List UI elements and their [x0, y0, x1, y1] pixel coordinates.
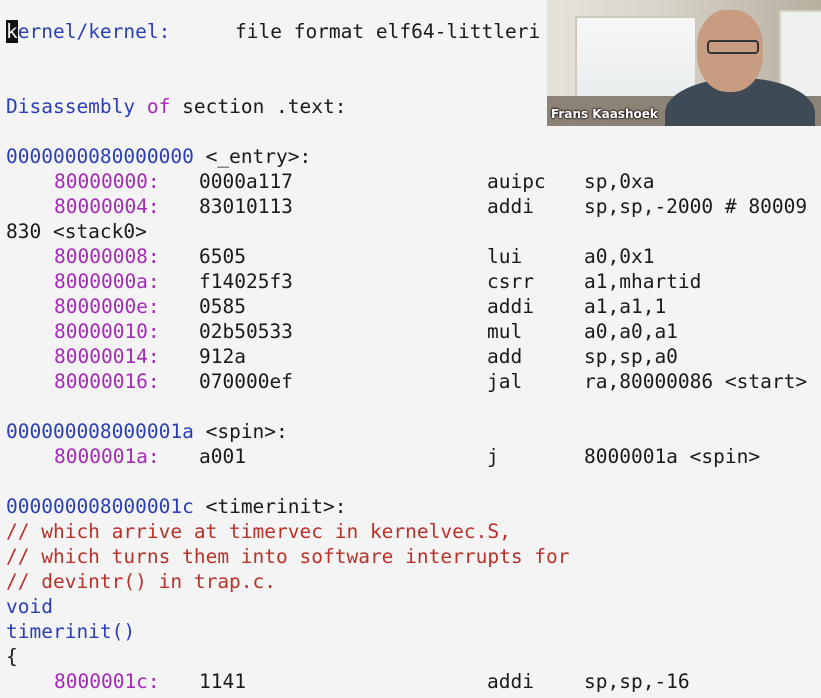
instruction-line: 8000001a: a001 j 8000001a <spin>	[0, 444, 760, 469]
instruction-line: 8000000e: 0585 addi a1,a1,1	[0, 294, 666, 319]
instruction-operands: a1,mhartid	[584, 270, 702, 293]
instruction-opcode: addi	[487, 195, 534, 218]
participant-video-tile[interactable]: Frans Kaashoek	[547, 0, 821, 126]
instruction-address: 8000001a:	[54, 445, 160, 468]
instruction-hex: 02b50533	[199, 320, 293, 343]
instruction-hex: 6505	[199, 245, 246, 268]
instruction-operands: ra,80000086 <start>	[584, 370, 808, 393]
instruction-operands: 8000001a <spin>	[584, 445, 761, 468]
instruction-address: 80000000:	[54, 170, 160, 193]
text-cursor[interactable]: k	[6, 20, 18, 43]
instruction-line: 80000000: 0000a117 auipc sp,0xa	[0, 169, 654, 194]
instruction-operands: sp,sp,a0	[584, 345, 678, 368]
entry-symbol-line: 0000000080000000 <_entry>:	[0, 144, 311, 169]
instruction-line: 80000008: 6505 lui a0,0x1	[0, 244, 654, 269]
file-format-text: file format elf64-littleri	[235, 20, 541, 43]
instruction-opcode: jal	[487, 370, 523, 393]
instruction-line: 80000016: 070000ef jal ra,80000086 <star…	[0, 369, 807, 394]
instruction-line: 80000014: 912a add sp,sp,a0	[0, 344, 678, 369]
instruction-opcode: mul	[487, 320, 523, 343]
instruction-operands: a0,0x1	[584, 245, 655, 268]
instruction-opcode: csrr	[487, 270, 534, 293]
instruction-operands: a1,a1,1	[584, 295, 667, 318]
source-comment: // devintr() in trap.c.	[6, 570, 277, 593]
disassembly-word: Disassembly	[6, 95, 136, 118]
source-comment-line: // which turns them into software interr…	[0, 544, 570, 569]
instruction-operands: sp,sp,-16	[584, 670, 690, 693]
timerinit-symbol-address: 000000008000001c	[6, 495, 194, 518]
instruction-opcode: addi	[487, 670, 534, 693]
instruction-line: 8000001c: 1141 addi sp,sp,-16	[0, 669, 690, 694]
instruction-hex: f14025f3	[199, 270, 293, 293]
instruction-opcode: add	[487, 345, 523, 368]
spin-symbol-address: 000000008000001a	[6, 420, 194, 443]
instruction-address: 8000001c:	[54, 670, 160, 693]
wrapped-text: 830 <stack0>	[6, 220, 147, 243]
participant-name-label: Frans Kaashoek	[551, 107, 658, 121]
source-code-line: timerinit()	[0, 619, 135, 644]
instruction-address: 80000004:	[54, 195, 160, 218]
source-code: timerinit()	[6, 620, 136, 643]
source-comment-line: // devintr() in trap.c.	[0, 569, 276, 594]
instruction-line: 8000000a: f14025f3 csrr a1,mhartid	[0, 269, 701, 294]
instruction-hex: 0000a117	[199, 170, 293, 193]
wrapped-line: 830 <stack0>	[0, 219, 147, 244]
instruction-hex: a001	[199, 445, 246, 468]
of-word: of	[146, 95, 171, 118]
instruction-hex: 912a	[199, 345, 246, 368]
entry-symbol-name: <_entry>:	[205, 145, 312, 168]
instruction-address: 8000000e:	[54, 295, 160, 318]
source-comment: // which turns them into software interr…	[6, 545, 570, 568]
file-header-line: kernel/kernel: file format elf64-littler…	[0, 19, 540, 44]
section-header-line: Disassembly of section .text:	[0, 94, 347, 119]
instruction-operands: sp,0xa	[584, 170, 655, 193]
participant-glasses-shape	[707, 40, 759, 54]
instruction-address: 80000010:	[54, 320, 160, 343]
instruction-address: 80000008:	[54, 245, 160, 268]
instruction-hex: 070000ef	[199, 370, 293, 393]
source-code: void	[6, 595, 53, 618]
instruction-opcode: j	[487, 445, 499, 468]
instruction-opcode: addi	[487, 295, 534, 318]
source-code: {	[6, 645, 18, 668]
file-path: ernel/kernel:	[17, 20, 171, 43]
instruction-operands: a0,a0,a1	[584, 320, 678, 343]
instruction-opcode: auipc	[487, 170, 546, 193]
instruction-hex: 1141	[199, 670, 246, 693]
instruction-address: 8000000a:	[54, 270, 160, 293]
spin-symbol-name: <spin>:	[205, 420, 288, 443]
source-code-line: void	[0, 594, 53, 619]
entry-symbol-address: 0000000080000000	[6, 145, 194, 168]
instruction-opcode: lui	[487, 245, 523, 268]
source-code-line: {	[0, 644, 23, 669]
video-window-shape	[575, 16, 697, 104]
source-comment: // which arrive at timervec in kernelvec…	[6, 520, 511, 543]
instruction-line: 80000010: 02b50533 mul a0,a0,a1	[0, 319, 678, 344]
instruction-operands: sp,sp,-2000 # 80009	[584, 195, 808, 218]
source-comment-line: // which arrive at timervec in kernelvec…	[0, 519, 511, 544]
timerinit-symbol-line: 000000008000001c <timerinit>:	[0, 494, 346, 519]
instruction-hex: 0585	[199, 295, 246, 318]
section-name: section .text:	[182, 95, 347, 118]
spin-symbol-line: 000000008000001a <spin>:	[0, 419, 288, 444]
instruction-address: 80000014:	[54, 345, 160, 368]
instruction-line: 80000004: 83010113 addi sp,sp,-2000 # 80…	[0, 194, 807, 219]
timerinit-symbol-name: <timerinit>:	[205, 495, 347, 518]
instruction-address: 80000016:	[54, 370, 160, 393]
instruction-hex: 83010113	[199, 195, 293, 218]
